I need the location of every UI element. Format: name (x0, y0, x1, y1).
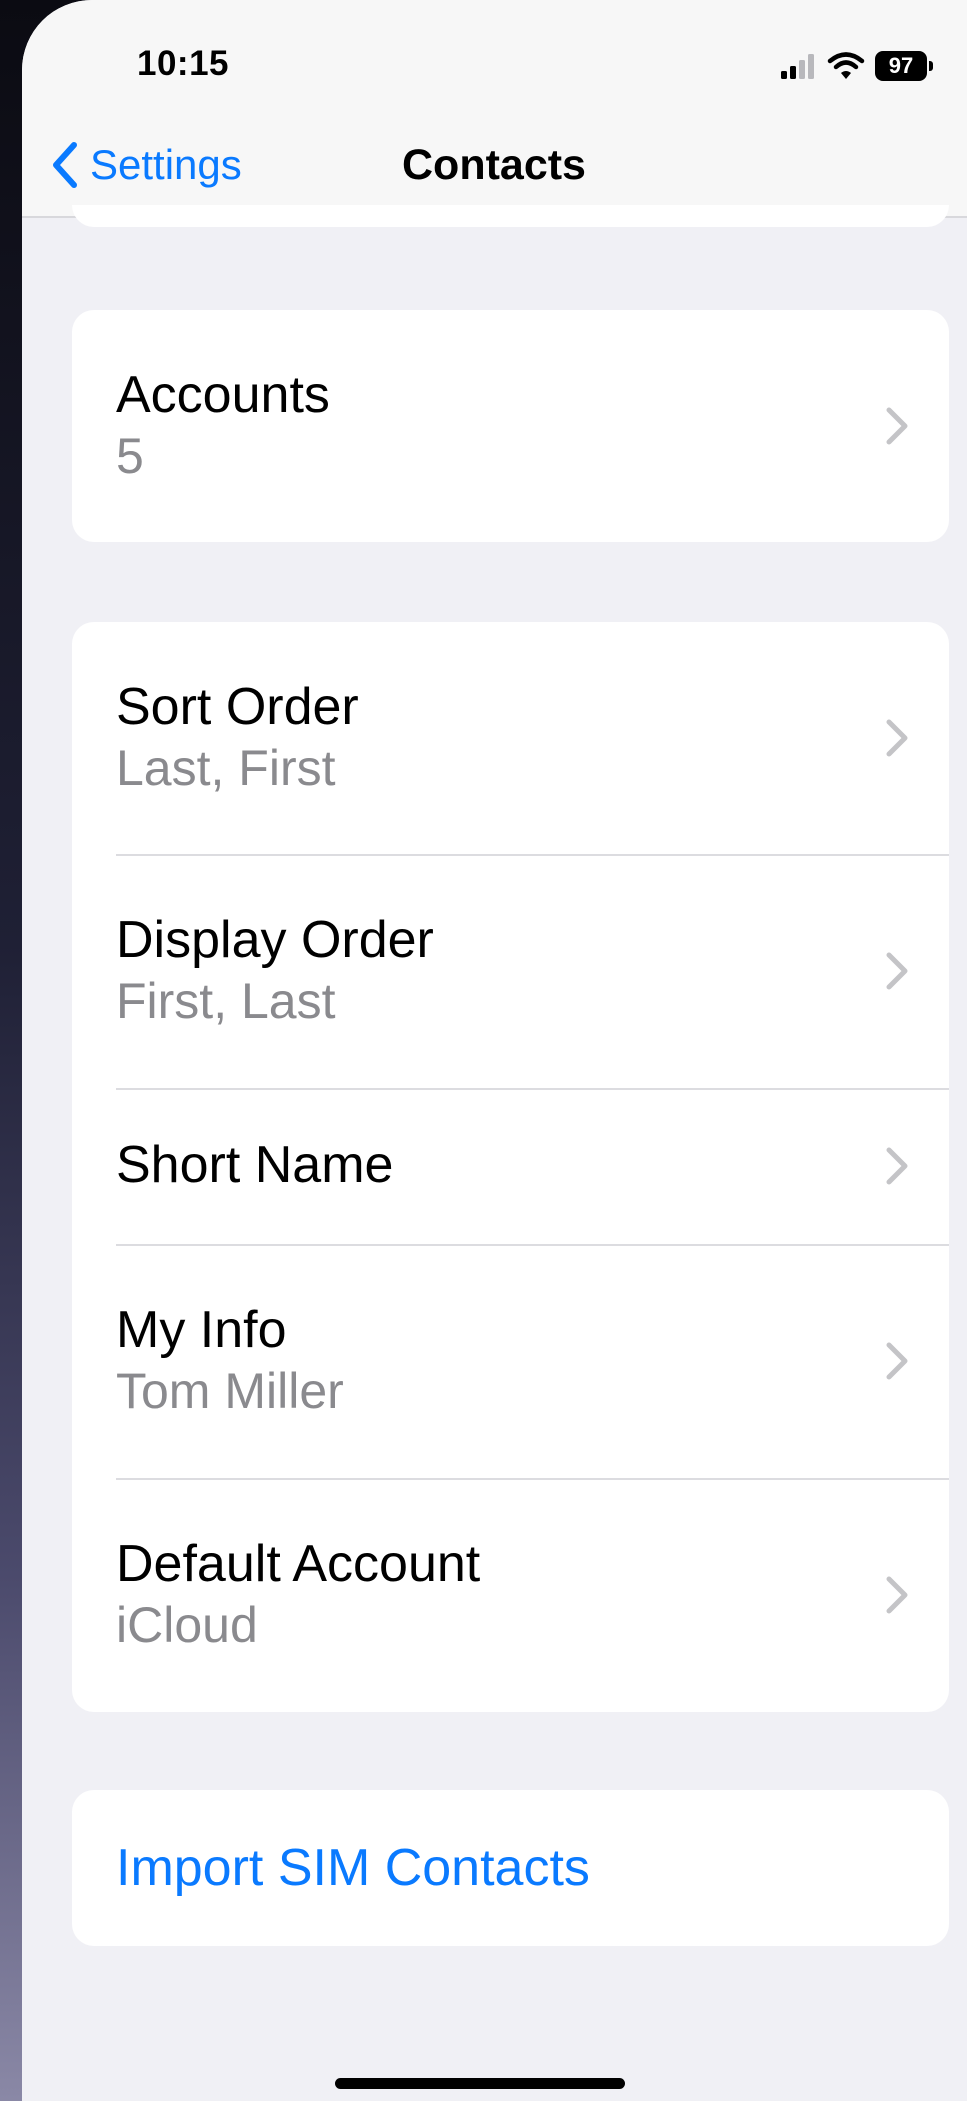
phone-screen: 10:15 97 Settings Contacts Accounts 5 So… (22, 0, 967, 2101)
chevron-right-icon (886, 1147, 908, 1185)
chevron-right-icon (886, 1576, 908, 1614)
status-bar: 10:15 97 (22, 0, 967, 120)
display-order-title: Display Order (116, 911, 434, 970)
my-info-value: Tom Miller (116, 1362, 344, 1419)
my-info-row[interactable]: My Info Tom Miller (72, 1244, 949, 1478)
display-order-row[interactable]: Display Order First, Last (72, 854, 949, 1088)
cellular-signal-icon (781, 54, 814, 79)
default-account-row[interactable]: Default Account iCloud (72, 1478, 949, 1712)
status-time: 10:15 (137, 44, 230, 83)
short-name-row[interactable]: Short Name (72, 1088, 949, 1244)
navigation-bar: Settings Contacts (22, 120, 967, 218)
accounts-group: Accounts 5 (72, 310, 949, 542)
battery-icon: 97 (875, 51, 933, 81)
import-group: Import SIM Contacts (72, 1790, 949, 1946)
import-sim-contacts-button[interactable]: Import SIM Contacts (72, 1790, 949, 1946)
sort-order-row[interactable]: Sort Order Last, First (72, 622, 949, 854)
home-indicator[interactable] (335, 2078, 625, 2089)
back-button-label: Settings (90, 141, 242, 188)
default-account-title: Default Account (116, 1535, 481, 1594)
chevron-right-icon (886, 407, 908, 445)
default-account-value: iCloud (116, 1596, 258, 1653)
page-title: Contacts (402, 140, 586, 189)
chevron-right-icon (886, 952, 908, 990)
chevron-right-icon (886, 719, 908, 757)
display-order-value: First, Last (116, 972, 336, 1029)
status-icons: 97 (781, 48, 933, 84)
wifi-icon (827, 52, 865, 79)
sort-order-value: Last, First (116, 739, 336, 796)
accounts-title: Accounts (116, 366, 330, 425)
import-sim-contacts-label: Import SIM Contacts (116, 1839, 590, 1897)
sort-order-title: Sort Order (116, 678, 359, 737)
back-button[interactable]: Settings (50, 130, 242, 200)
chevron-right-icon (886, 1342, 908, 1380)
short-name-title: Short Name (116, 1136, 394, 1195)
battery-level: 97 (888, 53, 914, 78)
previous-group-edge (72, 205, 949, 227)
accounts-count: 5 (116, 427, 144, 484)
contact-settings-group: Sort Order Last, First Display Order Fir… (72, 622, 949, 1712)
chevron-left-icon (53, 142, 77, 188)
my-info-title: My Info (116, 1301, 287, 1360)
accounts-row[interactable]: Accounts 5 (72, 310, 949, 542)
